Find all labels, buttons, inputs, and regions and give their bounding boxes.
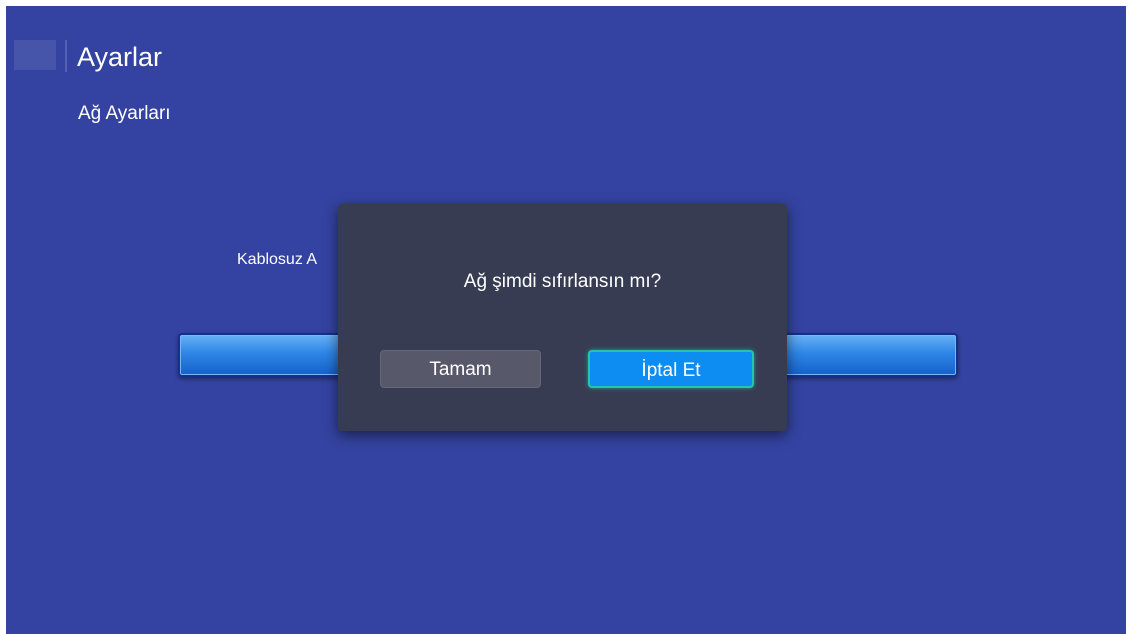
page-title: Ayarlar bbox=[77, 42, 163, 72]
section-title: Ağ Ayarları bbox=[78, 103, 171, 124]
ok-button[interactable]: Tamam bbox=[380, 350, 541, 388]
cancel-button[interactable]: İptal Et bbox=[588, 350, 754, 388]
header-divider bbox=[65, 40, 67, 72]
dialog-message: Ağ şimdi sıfırlansın mı? bbox=[463, 271, 662, 292]
wireless-label: Kablosuz A bbox=[237, 251, 318, 268]
app-logo bbox=[14, 40, 56, 70]
reset-network-dialog: Ağ şimdi sıfırlansın mı? Tamam İptal Et bbox=[338, 204, 787, 431]
settings-screen: Ayarlar Ağ Ayarları Kablosuz A Ağ şimdi … bbox=[6, 6, 1126, 634]
